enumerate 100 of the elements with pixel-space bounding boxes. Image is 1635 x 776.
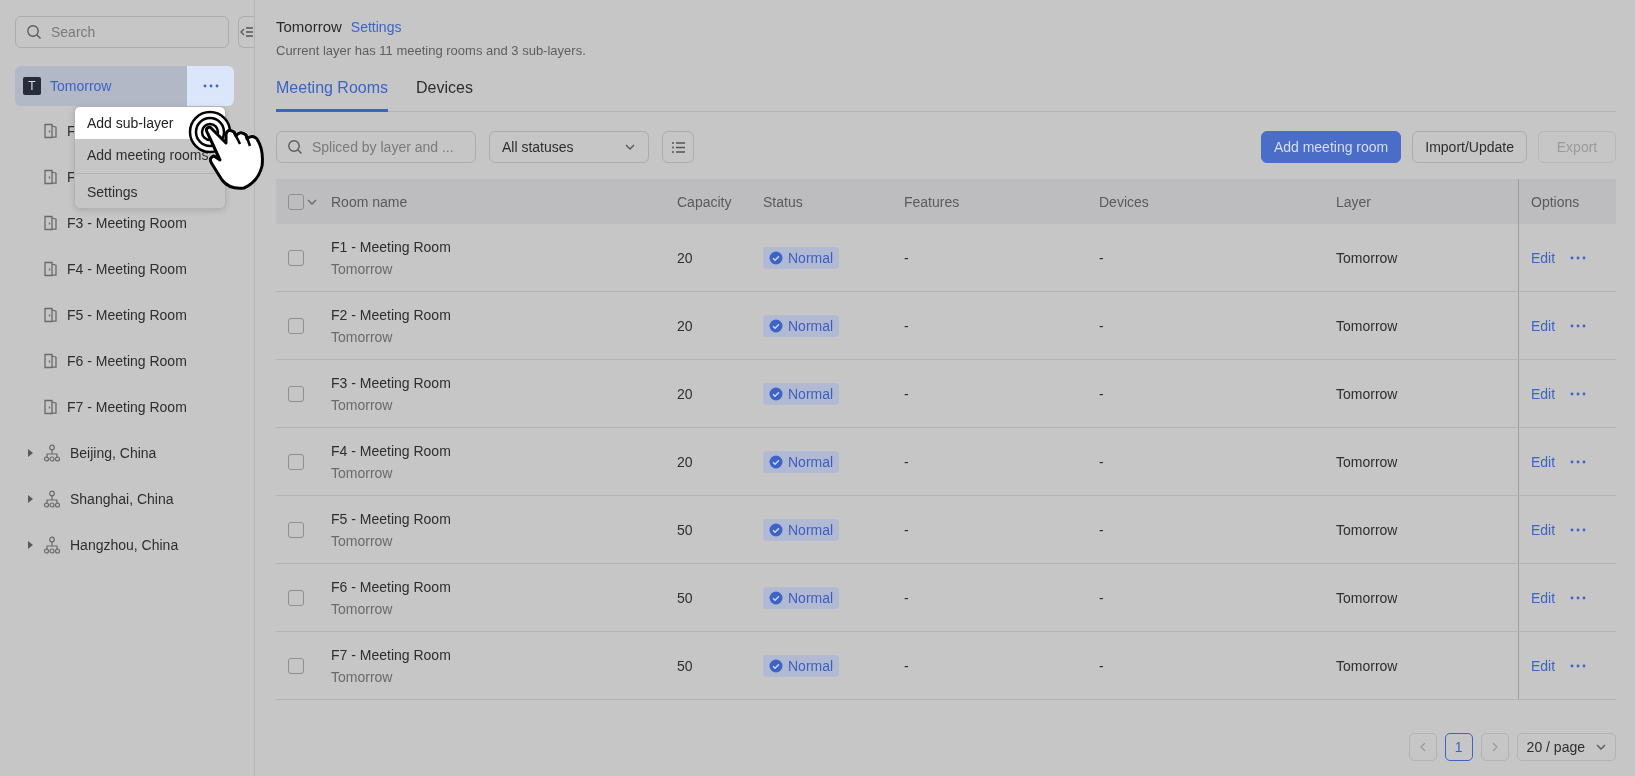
table-cell-text: -: [904, 317, 910, 334]
tree-item[interactable]: Hangzhou, China: [70, 537, 179, 553]
menu-item[interactable]: Settings: [75, 176, 225, 208]
tree-item[interactable]: Shanghai, China: [70, 491, 174, 507]
status-tag: Normal: [763, 314, 840, 337]
status-tag: Normal: [763, 246, 840, 269]
room-layer-path: Tomorrow: [331, 464, 394, 481]
page-title: Tomorrow: [276, 18, 342, 35]
room-layer-path: Tomorrow: [331, 260, 394, 277]
select-all-checkbox[interactable]: [288, 193, 304, 210]
check-circle-icon: [769, 318, 783, 333]
tree-item[interactable]: T Tomorrow: [15, 66, 234, 106]
door-icon: [42, 122, 58, 140]
table-cell-text: 20: [677, 453, 694, 470]
toolbar-button[interactable]: Import/Update: [1412, 131, 1527, 163]
search-icon: [26, 24, 42, 40]
room-name: F4 - Meeting Room: [331, 442, 452, 459]
table-cell-text: Tomorrow: [1336, 249, 1399, 266]
table-cell-text: -: [904, 589, 910, 606]
table-cell-text: Tomorrow: [1336, 317, 1399, 334]
status-tag: Normal: [763, 586, 840, 609]
table-cell-text: 50: [677, 657, 694, 674]
table-cell-text: -: [904, 453, 910, 470]
room-name: F3 - Meeting Room: [331, 374, 452, 391]
tree-item[interactable]: F7 - Meeting Room: [67, 399, 187, 415]
door-icon: [42, 352, 58, 370]
row-checkbox[interactable]: [288, 589, 304, 606]
status-tag: Normal: [763, 382, 840, 405]
column-header: Status: [763, 193, 804, 210]
caret-icon[interactable]: [25, 540, 35, 550]
row-checkbox[interactable]: [288, 453, 304, 470]
collapse-icon: [239, 25, 254, 39]
table-cell-text: -: [1099, 521, 1105, 538]
row-checkbox[interactable]: [288, 317, 304, 334]
room-name: F6 - Meeting Room: [331, 578, 452, 595]
hierarchy-icon: [43, 490, 61, 508]
tree-item[interactable]: F5 - Meeting Room: [67, 307, 187, 323]
table-cell-text: Tomorrow: [1336, 453, 1399, 470]
caret-icon[interactable]: [25, 494, 35, 504]
table-cell-text: -: [1099, 657, 1105, 674]
status-dropdown[interactable]: All statuses: [489, 131, 649, 163]
search-field[interactable]: Search: [15, 16, 229, 48]
collapse-sidebar-button[interactable]: [238, 16, 254, 48]
status-tag: Normal: [763, 518, 840, 541]
tree-item-label: Tomorrow: [50, 78, 112, 94]
toolbar-button[interactable]: Add meeting room: [1260, 131, 1402, 163]
table-cell-text: Tomorrow: [1336, 657, 1399, 674]
page-size-dropdown[interactable]: 20 / page: [1516, 733, 1616, 761]
list-view-button[interactable]: [662, 131, 694, 163]
column-header: Devices: [1099, 193, 1150, 210]
search-field[interactable]: Spliced by layer and ...: [276, 131, 476, 163]
table-cell-text: 20: [677, 385, 694, 402]
room-layer-path: Tomorrow: [331, 532, 394, 549]
room-layer-path: Tomorrow: [331, 600, 394, 617]
list-icon: [670, 139, 686, 155]
table-cell-text: Tomorrow: [1336, 385, 1399, 402]
table-cell-text: -: [904, 657, 910, 674]
hierarchy-icon: [43, 536, 61, 554]
room-layer-path: Tomorrow: [331, 668, 394, 685]
door-icon: [42, 168, 58, 186]
check-circle-icon: [769, 250, 783, 265]
tree-item[interactable]: F6 - Meeting Room: [67, 353, 187, 369]
status-tag: Normal: [763, 654, 840, 677]
door-icon: [42, 398, 58, 416]
more-icon: [201, 82, 220, 90]
table-cell-text: -: [1099, 385, 1105, 402]
row-checkbox[interactable]: [288, 249, 304, 266]
check-circle-icon: [769, 454, 783, 469]
caret-icon[interactable]: [25, 448, 35, 458]
table-cell-text: -: [1099, 453, 1105, 470]
table-cell-text: 50: [677, 589, 694, 606]
layer-summary: Current layer has 11 meeting rooms and 3 sub-layers.: [276, 43, 587, 58]
hierarchy-icon: [43, 444, 61, 462]
column-header: Features: [904, 193, 961, 210]
row-checkbox[interactable]: [288, 521, 304, 538]
tree-item[interactable]: F4 - Meeting Room: [67, 261, 187, 277]
room-layer-path: Tomorrow: [331, 328, 394, 345]
table-cell-text: -: [1099, 317, 1105, 334]
room-name: F2 - Meeting Room: [331, 306, 452, 323]
table-cell-text: -: [904, 385, 910, 402]
row-checkbox[interactable]: [288, 385, 304, 402]
tab[interactable]: Devices: [416, 78, 473, 112]
room-name: F1 - Meeting Room: [331, 238, 452, 255]
search-icon: [287, 139, 303, 155]
table-cell-text: Tomorrow: [1336, 521, 1399, 538]
tree-item[interactable]: F3 - Meeting Room: [67, 215, 187, 231]
check-circle-icon: [769, 522, 783, 537]
check-circle-icon: [769, 590, 783, 605]
row-checkbox[interactable]: [288, 657, 304, 674]
door-icon: [42, 260, 58, 278]
table-cell-text: -: [904, 249, 910, 266]
table-cell-text: 20: [677, 317, 694, 334]
room-layer-path: Tomorrow: [331, 396, 394, 413]
column-header: Options: [1531, 193, 1580, 210]
status-tag: Normal: [763, 450, 840, 473]
tree-item[interactable]: Beijing, China: [70, 445, 157, 461]
column-header: Capacity: [677, 193, 733, 210]
room-name: F7 - Meeting Room: [331, 646, 452, 663]
table-cell-text: -: [1099, 589, 1105, 606]
door-icon: [42, 306, 58, 324]
